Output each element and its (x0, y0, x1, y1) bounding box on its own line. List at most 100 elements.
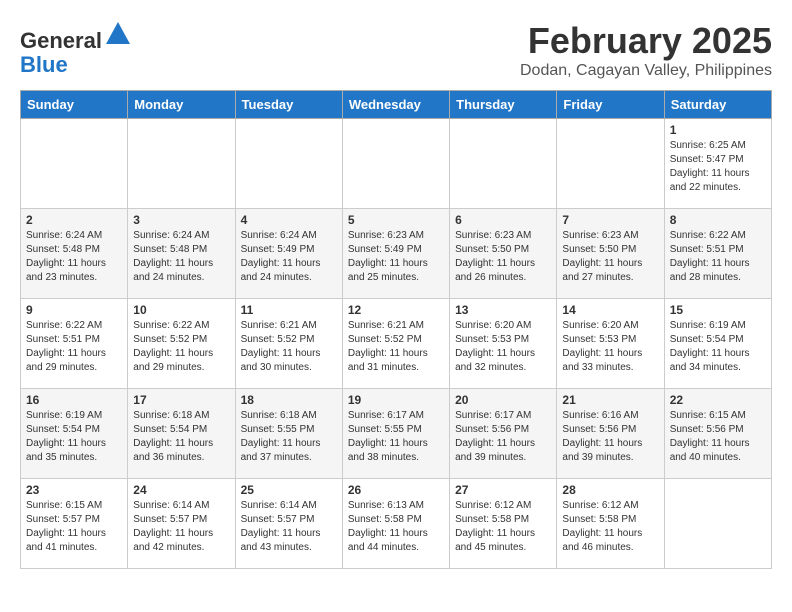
calendar-cell: 6 Sunrise: 6:23 AM Sunset: 5:50 PM Daylig… (450, 209, 557, 299)
calendar-cell (557, 119, 664, 209)
day-info: Sunrise: 6:21 AM Sunset: 5:52 PM Dayligh… (348, 319, 444, 375)
day-info: Sunrise: 6:15 AM Sunset: 5:56 PM Dayligh… (670, 409, 766, 465)
page-header: General Blue February 2025 Dodan, Cagaya… (20, 20, 772, 80)
day-number: 8 (670, 213, 766, 227)
calendar-cell: 18 Sunrise: 6:18 AM Sunset: 5:55 PM Dayli… (235, 389, 342, 479)
day-info: Sunrise: 6:19 AM Sunset: 5:54 PM Dayligh… (670, 319, 766, 375)
day-number: 14 (562, 303, 658, 317)
calendar-cell (235, 119, 342, 209)
day-number: 15 (670, 303, 766, 317)
calendar-cell: 12 Sunrise: 6:21 AM Sunset: 5:52 PM Dayli… (342, 299, 449, 389)
calendar-cell: 27 Sunrise: 6:12 AM Sunset: 5:58 PM Dayli… (450, 479, 557, 569)
calendar-cell: 10 Sunrise: 6:22 AM Sunset: 5:52 PM Dayli… (128, 299, 235, 389)
day-info: Sunrise: 6:14 AM Sunset: 5:57 PM Dayligh… (241, 499, 337, 555)
day-info: Sunrise: 6:20 AM Sunset: 5:53 PM Dayligh… (562, 319, 658, 375)
calendar-cell: 8Sunrise: 6:22 AM Sunset: 5:51 PM Daylig… (664, 209, 771, 299)
calendar-cell (128, 119, 235, 209)
day-number: 2 (26, 213, 122, 227)
day-info: Sunrise: 6:16 AM Sunset: 5:56 PM Dayligh… (562, 409, 658, 465)
day-info: Sunrise: 6:24 AM Sunset: 5:49 PM Dayligh… (241, 229, 337, 285)
calendar-table: SundayMondayTuesdayWednesdayThursdayFrid… (20, 90, 772, 569)
day-info: Sunrise: 6:19 AM Sunset: 5:54 PM Dayligh… (26, 409, 122, 465)
day-number: 21 (562, 393, 658, 407)
day-info: Sunrise: 6:24 AM Sunset: 5:48 PM Dayligh… (133, 229, 229, 285)
calendar-cell: 25 Sunrise: 6:14 AM Sunset: 5:57 PM Dayli… (235, 479, 342, 569)
day-number: 6 (455, 213, 551, 227)
calendar-cell: 19 Sunrise: 6:17 AM Sunset: 5:55 PM Dayli… (342, 389, 449, 479)
calendar-cell: 14 Sunrise: 6:20 AM Sunset: 5:53 PM Dayli… (557, 299, 664, 389)
day-info: Sunrise: 6:23 AM Sunset: 5:50 PM Dayligh… (562, 229, 658, 285)
calendar-cell: 20 Sunrise: 6:17 AM Sunset: 5:56 PM Dayli… (450, 389, 557, 479)
day-number: 25 (241, 483, 337, 497)
day-info: Sunrise: 6:25 AM Sunset: 5:47 PM Dayligh… (670, 139, 766, 195)
day-header-saturday: Saturday (664, 91, 771, 119)
day-info: Sunrise: 6:12 AM Sunset: 5:58 PM Dayligh… (562, 499, 658, 555)
calendar-cell: 26 Sunrise: 6:13 AM Sunset: 5:58 PM Dayli… (342, 479, 449, 569)
day-info: Sunrise: 6:14 AM Sunset: 5:57 PM Dayligh… (133, 499, 229, 555)
day-info: Sunrise: 6:17 AM Sunset: 5:56 PM Dayligh… (455, 409, 551, 465)
day-info: Sunrise: 6:23 AM Sunset: 5:50 PM Dayligh… (455, 229, 551, 285)
day-info: Sunrise: 6:22 AM Sunset: 5:51 PM Dayligh… (26, 319, 122, 375)
calendar-cell: 7 Sunrise: 6:23 AM Sunset: 5:50 PM Daylig… (557, 209, 664, 299)
calendar-cell: 17 Sunrise: 6:18 AM Sunset: 5:54 PM Dayli… (128, 389, 235, 479)
calendar-cell (21, 119, 128, 209)
day-info: Sunrise: 6:13 AM Sunset: 5:58 PM Dayligh… (348, 499, 444, 555)
day-header-friday: Friday (557, 91, 664, 119)
day-number: 22 (670, 393, 766, 407)
day-number: 16 (26, 393, 122, 407)
subtitle: Dodan, Cagayan Valley, Philippines (520, 62, 772, 80)
day-number: 18 (241, 393, 337, 407)
day-number: 17 (133, 393, 229, 407)
calendar-cell: 22 Sunrise: 6:15 AM Sunset: 5:56 PM Dayli… (664, 389, 771, 479)
calendar-cell: 11 Sunrise: 6:21 AM Sunset: 5:52 PM Dayli… (235, 299, 342, 389)
day-header-wednesday: Wednesday (342, 91, 449, 119)
calendar-cell: 23Sunrise: 6:15 AM Sunset: 5:57 PM Dayli… (21, 479, 128, 569)
day-number: 19 (348, 393, 444, 407)
day-info: Sunrise: 6:17 AM Sunset: 5:55 PM Dayligh… (348, 409, 444, 465)
day-header-thursday: Thursday (450, 91, 557, 119)
day-number: 5 (348, 213, 444, 227)
calendar-cell: 28 Sunrise: 6:12 AM Sunset: 5:58 PM Dayli… (557, 479, 664, 569)
calendar-cell: 24 Sunrise: 6:14 AM Sunset: 5:57 PM Dayli… (128, 479, 235, 569)
day-number: 10 (133, 303, 229, 317)
calendar-cell (664, 479, 771, 569)
logo-blue-text: Blue (20, 52, 68, 77)
day-number: 7 (562, 213, 658, 227)
day-info: Sunrise: 6:20 AM Sunset: 5:53 PM Dayligh… (455, 319, 551, 375)
calendar-cell: 15 Sunrise: 6:19 AM Sunset: 5:54 PM Dayli… (664, 299, 771, 389)
day-number: 9 (26, 303, 122, 317)
day-number: 11 (241, 303, 337, 317)
day-number: 23 (26, 483, 122, 497)
day-info: Sunrise: 6:22 AM Sunset: 5:52 PM Dayligh… (133, 319, 229, 375)
day-number: 1 (670, 123, 766, 137)
calendar-cell (342, 119, 449, 209)
day-number: 12 (348, 303, 444, 317)
calendar-cell: 9 Sunrise: 6:22 AM Sunset: 5:51 PM Daylig… (21, 299, 128, 389)
day-info: Sunrise: 6:12 AM Sunset: 5:58 PM Dayligh… (455, 499, 551, 555)
logo-icon (104, 20, 132, 48)
day-number: 20 (455, 393, 551, 407)
day-info: Sunrise: 6:21 AM Sunset: 5:52 PM Dayligh… (241, 319, 337, 375)
day-header-sunday: Sunday (21, 91, 128, 119)
calendar-cell: 16 Sunrise: 6:19 AM Sunset: 5:54 PM Dayli… (21, 389, 128, 479)
day-info: Sunrise: 6:18 AM Sunset: 5:54 PM Dayligh… (133, 409, 229, 465)
calendar-cell: 5 Sunrise: 6:23 AM Sunset: 5:49 PM Daylig… (342, 209, 449, 299)
day-number: 3 (133, 213, 229, 227)
calendar-cell: 4 Sunrise: 6:24 AM Sunset: 5:49 PM Daylig… (235, 209, 342, 299)
day-number: 27 (455, 483, 551, 497)
day-header-tuesday: Tuesday (235, 91, 342, 119)
day-number: 26 (348, 483, 444, 497)
day-info: Sunrise: 6:18 AM Sunset: 5:55 PM Dayligh… (241, 409, 337, 465)
calendar-cell: 3 Sunrise: 6:24 AM Sunset: 5:48 PM Daylig… (128, 209, 235, 299)
calendar-cell (450, 119, 557, 209)
calendar-cell: 13Sunrise: 6:20 AM Sunset: 5:53 PM Dayli… (450, 299, 557, 389)
day-number: 28 (562, 483, 658, 497)
title-block: February 2025 Dodan, Cagayan Valley, Phi… (520, 20, 772, 80)
calendar-cell: 2 Sunrise: 6:24 AM Sunset: 5:48 PM Daylig… (21, 209, 128, 299)
calendar-cell: 1 Sunrise: 6:25 AM Sunset: 5:47 PM Daylig… (664, 119, 771, 209)
day-info: Sunrise: 6:23 AM Sunset: 5:49 PM Dayligh… (348, 229, 444, 285)
day-number: 4 (241, 213, 337, 227)
day-info: Sunrise: 6:24 AM Sunset: 5:48 PM Dayligh… (26, 229, 122, 285)
day-number: 24 (133, 483, 229, 497)
logo: General Blue (20, 20, 132, 77)
